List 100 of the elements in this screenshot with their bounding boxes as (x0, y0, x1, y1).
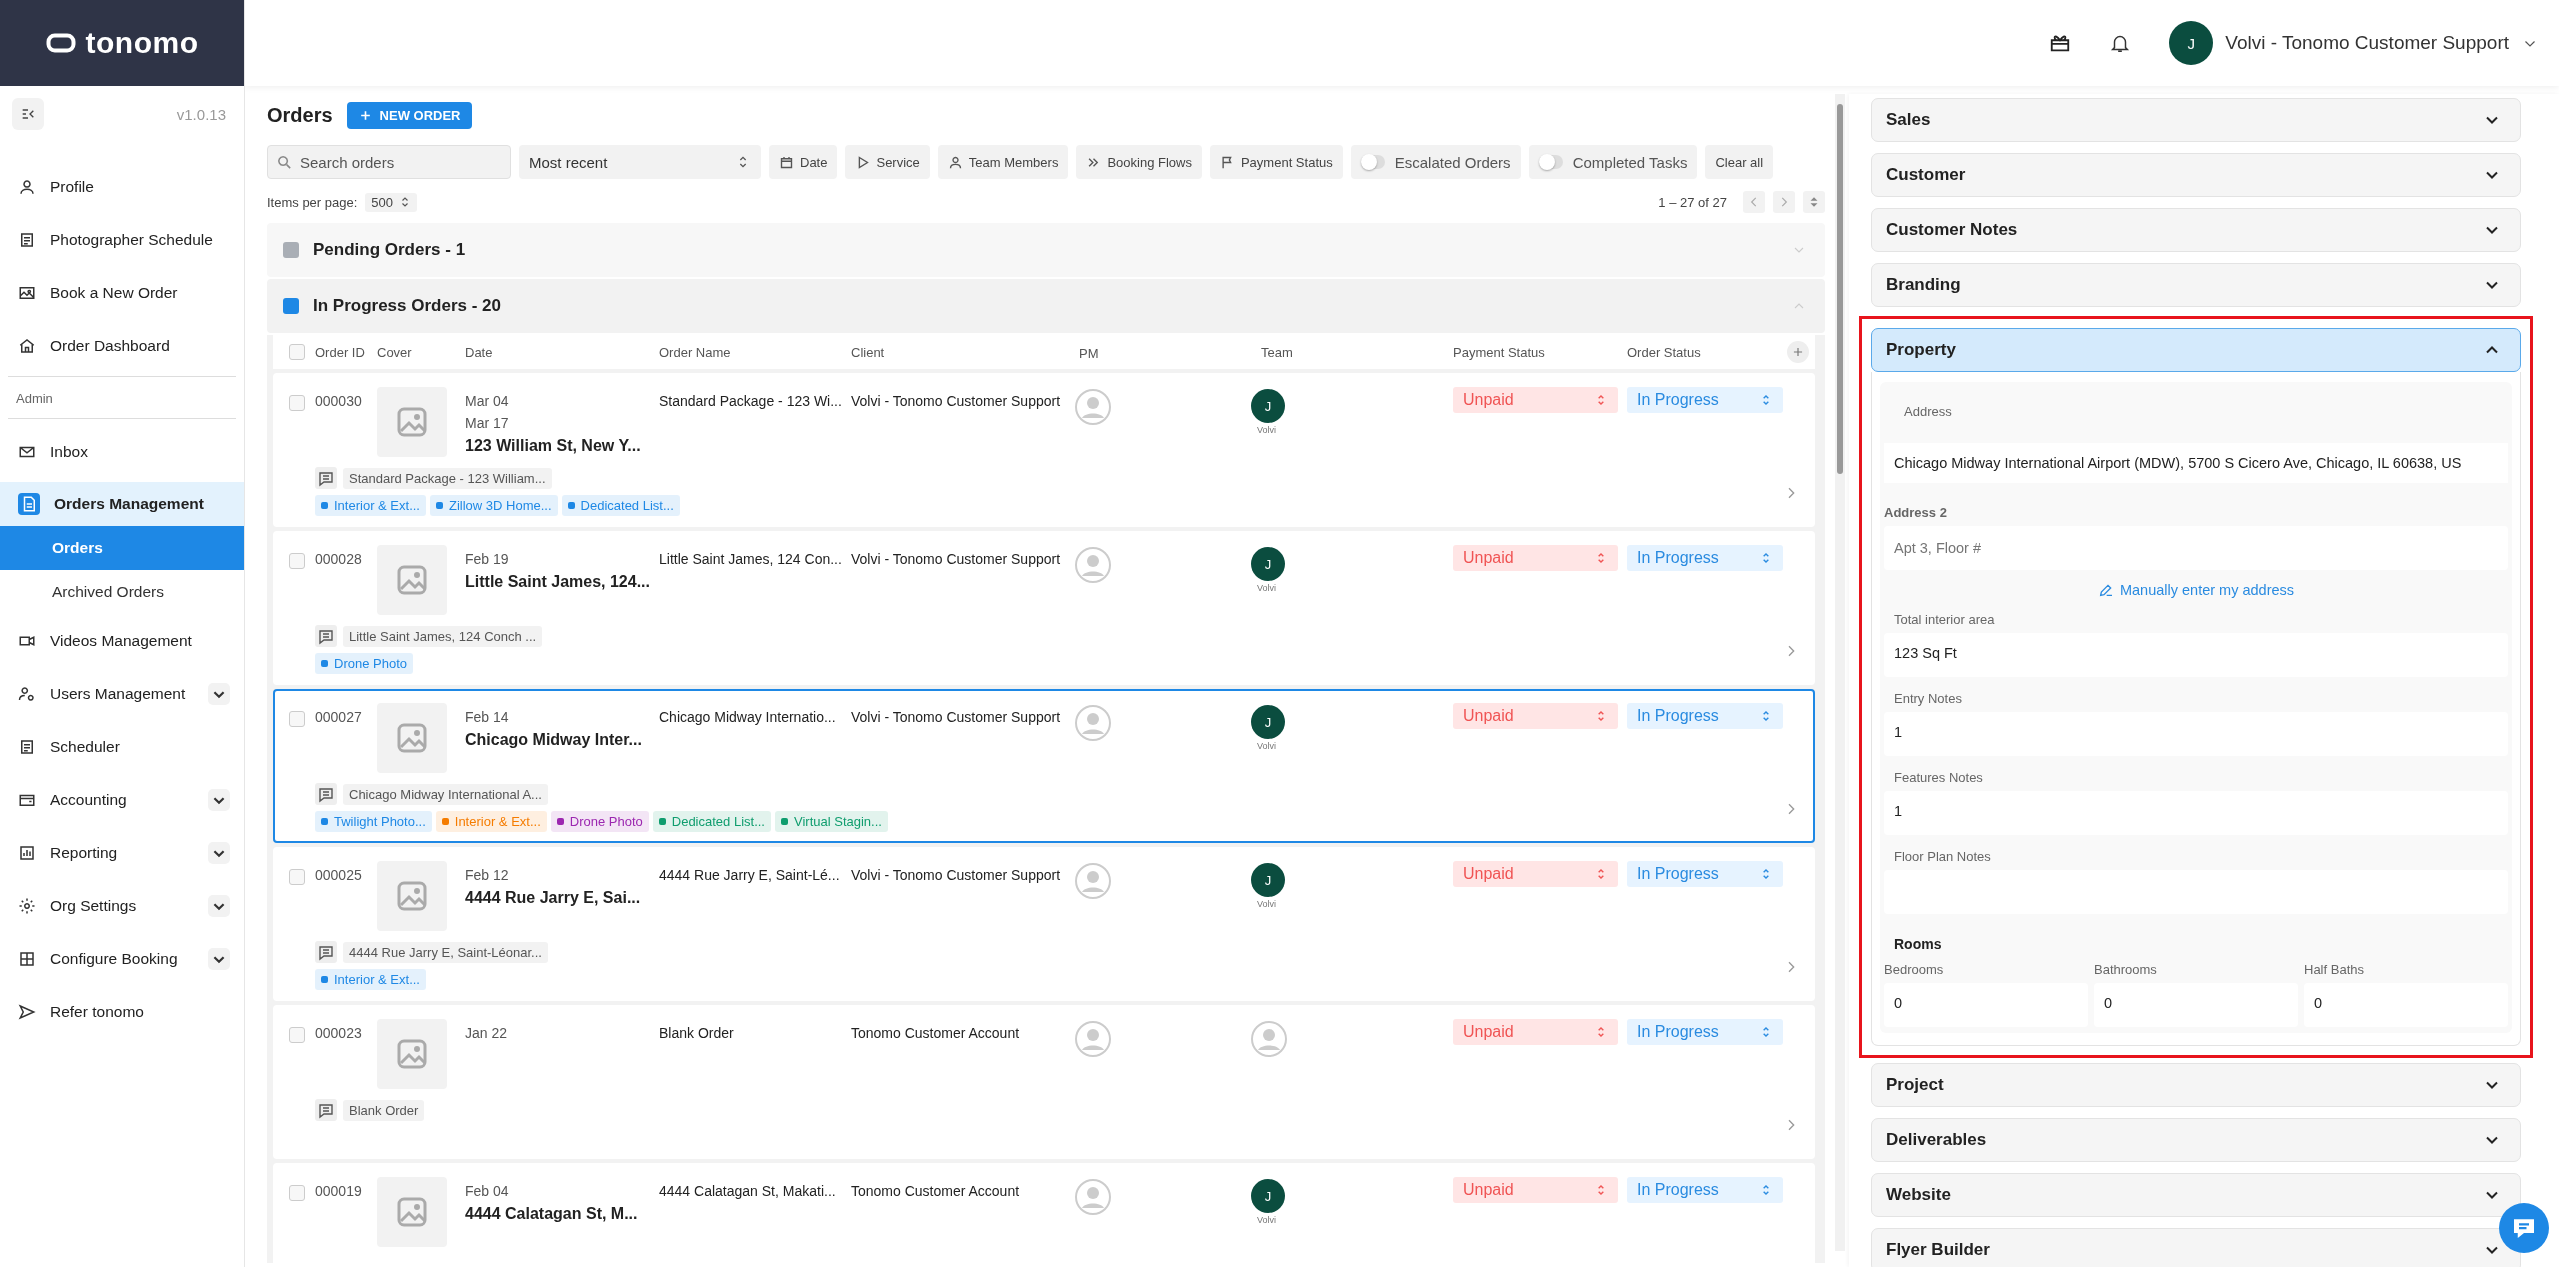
page-title: Orders (267, 104, 333, 127)
clear-all-button[interactable]: Clear all (1705, 145, 1774, 179)
address-field[interactable]: Address Chicago Midway International Airport (MDW), 5700 S Cicero Ave, Chicago, IL 60638, US (1884, 382, 2508, 483)
nav-subitem[interactable]: Archived Orders (0, 570, 244, 614)
nav-item[interactable]: Scheduler (0, 720, 244, 773)
service-tag: Virtual Stagin... (775, 811, 888, 832)
filter-toggle[interactable]: Escalated Orders (1350, 145, 1521, 179)
page-range: 1 – 27 of 27 (1658, 194, 1727, 210)
field-label: Total interior area (1893, 611, 1996, 629)
column-header: PM (1078, 344, 1100, 361)
service-tag: Interior & Ext... (315, 969, 426, 990)
field-label: Floor Plan Notes (1893, 848, 1992, 866)
order-note: Standard Package - 123 William... (343, 467, 552, 489)
field-label: Half Baths (2304, 961, 2365, 979)
search-field[interactable]: Search orders (267, 145, 511, 179)
order-title: 4444 Rue Jarry E, Sai... (465, 889, 642, 907)
order-date: Feb 19 (465, 551, 510, 567)
nav-subitem[interactable]: Orders (0, 526, 244, 570)
order-row[interactable]: 000028 Feb 19 Little Saint James, 124... Little Saint James, 124 Con... Volvi - Tonomo Customer Support J Volvi Unpaid In Progress Little Saint James, 124 Conch ... Drone Photo (273, 531, 1815, 685)
order-date: Mar 17 (465, 415, 510, 431)
user-avatar[interactable]: J (2169, 21, 2214, 65)
section-header[interactable]: Customer (1871, 153, 2521, 197)
nav-item[interactable]: Accounting (0, 773, 244, 826)
column-header: Date (465, 344, 494, 360)
order-id: 000030 (315, 392, 363, 409)
order-note: Little Saint James, 124 Conch ... (343, 625, 543, 647)
order-id: 000023 (315, 1024, 363, 1041)
user-name[interactable]: Volvi - Tonomo Customer Support (2225, 32, 2509, 54)
input-field[interactable]: 0 (2094, 983, 2298, 1027)
team-avatar: J (1251, 389, 1285, 423)
nav-item[interactable]: Inbox (0, 425, 244, 478)
order-id: 000019 (315, 1182, 363, 1199)
section-header[interactable]: Customer Notes (1871, 208, 2521, 252)
nav-item[interactable]: Videos Management (0, 614, 244, 667)
section-header[interactable]: Website (1871, 1173, 2521, 1217)
nav-item[interactable]: Org Settings (0, 879, 244, 932)
nav-item[interactable]: Profile (0, 160, 244, 213)
rooms-heading: Rooms (1893, 935, 1943, 954)
input-field[interactable]: 1 (1884, 712, 2508, 756)
group-header[interactable]: Pending Orders - 1 (267, 223, 1825, 277)
input-field[interactable]: 123 Sq Ft (1884, 633, 2508, 677)
service-tag: Interior & Ext... (315, 495, 426, 516)
nav-item[interactable]: Orders Management (0, 482, 244, 526)
client-name: Tonomo Customer Account (851, 1182, 1021, 1199)
order-name: Chicago Midway Internatio... (659, 708, 837, 725)
team-avatar: J (1251, 1179, 1285, 1213)
order-row[interactable]: 000019 Feb 04 4444 Calatagan St, M... 4444 Calatagan St, Makati... Tonomo Customer Account J Volvi Unpaid In Progress (273, 1163, 1815, 1263)
section-header[interactable]: Project (1871, 1063, 2521, 1107)
order-name: Blank Order (659, 1024, 735, 1041)
filter-chip[interactable]: Team Members (937, 145, 1069, 179)
nav-item[interactable]: Photographer Schedule (0, 213, 244, 266)
filter-toggle[interactable]: Completed Tasks (1528, 145, 1698, 179)
team-name: Volvi (1256, 425, 1276, 435)
team-avatar: J (1251, 705, 1285, 739)
order-title: 4444 Calatagan St, M... (465, 1205, 639, 1223)
group-header[interactable]: In Progress Orders - 20 (267, 279, 1825, 333)
group-title: In Progress Orders - 20 (313, 296, 503, 316)
order-date: Feb 12 (465, 867, 510, 883)
team-name: Volvi (1256, 583, 1276, 593)
order-date: Jan 22 (465, 1025, 509, 1041)
client-name: Tonomo Customer Account (851, 1024, 1021, 1041)
section-header[interactable]: Flyer Builder (1871, 1228, 2521, 1267)
section-header[interactable]: Branding (1871, 263, 2521, 307)
service-tag: Drone Photo (550, 811, 649, 832)
service-tag: Interior & Ext... (435, 811, 547, 832)
filter-chip[interactable]: Service (845, 145, 930, 179)
team-name: Volvi (1256, 899, 1276, 909)
section-header[interactable]: Sales (1871, 98, 2521, 142)
nav-item[interactable]: Book a New Order (0, 266, 244, 319)
sort-dropdown[interactable]: Most recent (519, 145, 761, 179)
filter-chip[interactable]: Date (769, 145, 838, 179)
items-per-page-select[interactable]: 500 (365, 192, 418, 212)
filter-chip[interactable]: Payment Status (1209, 145, 1343, 179)
order-row[interactable]: 000025 Feb 12 4444 Rue Jarry E, Sai... 4444 Rue Jarry E, Saint-Lé... Volvi - Tonomo Customer Support J Volvi Unpaid In Progress 4444 Rue Jarry E, Saint-Léonar... Interior & Ext... (273, 847, 1815, 1001)
field-label: Features Notes (1893, 769, 1984, 787)
input-field[interactable]: 0 (1884, 983, 2088, 1027)
section-label: Admin (8, 376, 236, 419)
section-header[interactable]: Property (1871, 328, 2521, 372)
nav-item[interactable]: Configure Booking (0, 932, 244, 985)
nav-item[interactable]: Order Dashboard (0, 319, 244, 372)
input-field[interactable]: 0 (2304, 983, 2508, 1027)
team-avatar: J (1251, 547, 1285, 581)
service-tag: Drone Photo (315, 653, 413, 674)
nav-item[interactable]: Users Management (0, 667, 244, 720)
nav-item[interactable]: Refer tonomo (0, 985, 244, 1038)
nav-item[interactable]: Reporting (0, 826, 244, 879)
section-header[interactable]: Deliverables (1871, 1118, 2521, 1162)
filter-chip[interactable]: Booking Flows (1076, 145, 1202, 179)
order-id: 000028 (315, 550, 363, 567)
order-note: Blank Order (343, 1099, 425, 1121)
column-header: Order Name (659, 344, 732, 360)
new-order-button[interactable]: NEW ORDER (346, 102, 473, 129)
order-date: Feb 14 (465, 709, 510, 725)
input-field[interactable]: 1 (1884, 791, 2508, 835)
logo-text: tonomo (85, 26, 199, 60)
field-label: Entry Notes (1893, 690, 1963, 708)
input-field[interactable]: Apt 3, Floor # (1884, 526, 2508, 570)
items-per-page-label: Items per page: (267, 194, 358, 210)
column-header: Order Status (1627, 344, 1702, 360)
order-row[interactable]: 000023 Jan 22 Blank Order Tonomo Customer Account Unpaid In Progress Blank Order (273, 1005, 1815, 1159)
